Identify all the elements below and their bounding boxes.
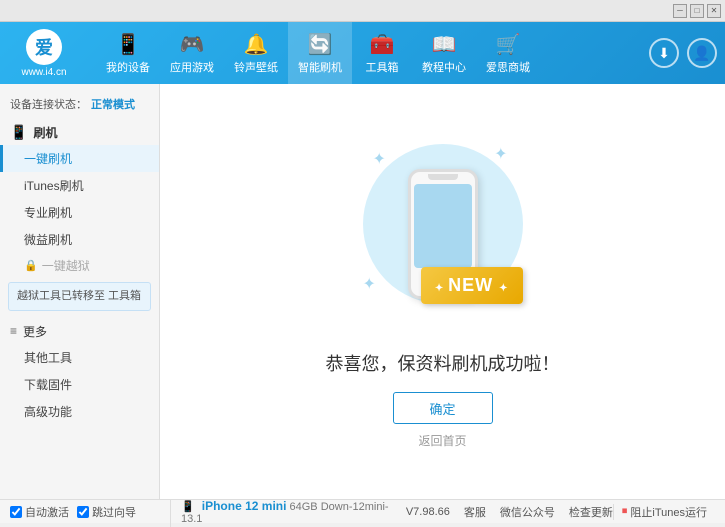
sidebar-item-micro-flash[interactable]: 微益刷机 bbox=[0, 226, 159, 253]
content-area: ✦ ✦ ✦ NEW 恭喜您，保资料刷机成功啦！ 确定 返回首页 bbox=[160, 84, 725, 499]
more-section: ≡ 更多 其他工具 下载固件 高级功能 bbox=[0, 319, 159, 425]
ringtones-label: 铃声壁纸 bbox=[234, 59, 278, 75]
new-badge-text: NEW bbox=[448, 275, 493, 295]
apps-games-icon: 🎮 bbox=[180, 32, 205, 57]
jailbreak-label: 一键越狱 bbox=[42, 257, 90, 274]
other-tools-label: 其他工具 bbox=[24, 351, 72, 365]
sparkle-3: ✦ bbox=[363, 274, 376, 294]
main-area: 设备连接状态： 正常模式 📱 刷机 一键刷机 iTunes刷机 专业刷机 微益刷… bbox=[0, 84, 725, 499]
sidebar-item-itunes-flash[interactable]: iTunes刷机 bbox=[0, 172, 159, 199]
stop-itunes[interactable]: ⏹ 阻止iTunes运行 bbox=[613, 504, 715, 520]
version-label: V7.98.66 bbox=[406, 506, 450, 518]
auto-connect-checkbox[interactable]: 自动激活 bbox=[10, 504, 69, 520]
customer-service-link[interactable]: 客服 bbox=[464, 504, 486, 520]
nav-smart-flash[interactable]: 🔄 智能刷机 bbox=[288, 22, 352, 84]
sidebar: 设备连接状态： 正常模式 📱 刷机 一键刷机 iTunes刷机 专业刷机 微益刷… bbox=[0, 84, 160, 499]
itunes-flash-label: iTunes刷机 bbox=[24, 179, 84, 193]
my-device-label: 我的设备 bbox=[106, 59, 150, 75]
store-label: 爱思商城 bbox=[486, 59, 530, 75]
sidebar-item-pro-flash[interactable]: 专业刷机 bbox=[0, 199, 159, 226]
skip-wizard-checkbox[interactable]: 跳过向导 bbox=[77, 504, 136, 520]
status-label: 设备连接状态： bbox=[10, 96, 87, 112]
stop-itunes-icon: ⏹ bbox=[622, 505, 628, 518]
sparkle-1: ✦ bbox=[373, 149, 386, 169]
status-value: 正常模式 bbox=[91, 96, 135, 112]
bottom-right: V7.98.66 客服 微信公众号 检查更新 bbox=[406, 504, 613, 520]
skip-wizard-label: 跳过向导 bbox=[92, 504, 136, 520]
device-phone-icon: 📱 bbox=[181, 501, 195, 513]
jailbreak-info-box: 越狱工具已转移至 工具箱 bbox=[8, 282, 151, 311]
sidebar-item-jailbreak: 🔒 一键越狱 bbox=[0, 253, 159, 278]
sparkle-2: ✦ bbox=[494, 144, 507, 164]
auto-connect-input[interactable] bbox=[10, 506, 22, 518]
close-button[interactable]: ✕ bbox=[707, 4, 721, 18]
more-section-header: ≡ 更多 bbox=[0, 319, 159, 344]
confirm-button[interactable]: 确定 bbox=[393, 392, 493, 424]
jailbreak-info-text: 越狱工具已转移至 工具箱 bbox=[17, 290, 141, 302]
wechat-link[interactable]: 微信公众号 bbox=[500, 504, 555, 520]
nav-apps-games[interactable]: 🎮 应用游戏 bbox=[160, 22, 224, 84]
nav-bar: 📱 我的设备 🎮 应用游戏 🔔 铃声壁纸 🔄 智能刷机 🧰 工具箱 📖 教程中心… bbox=[96, 22, 649, 84]
user-button[interactable]: 👤 bbox=[687, 38, 717, 68]
flash-section-label: 刷机 bbox=[33, 124, 57, 141]
flash-section-header: 📱 刷机 bbox=[0, 120, 159, 145]
restore-button[interactable]: □ bbox=[690, 4, 704, 18]
title-bar: ─ □ ✕ bbox=[0, 0, 725, 22]
store-icon: 🛒 bbox=[496, 32, 521, 57]
sidebar-item-download-firmware[interactable]: 下载固件 bbox=[0, 371, 159, 398]
bottom-left: 自动激活 跳过向导 bbox=[10, 504, 170, 520]
flash-section: 📱 刷机 一键刷机 iTunes刷机 专业刷机 微益刷机 🔒 一键越狱 越狱工具… bbox=[0, 120, 159, 315]
toolbox-label: 工具箱 bbox=[366, 59, 399, 75]
status-bar: 设备连接状态： 正常模式 bbox=[0, 92, 159, 116]
nav-store[interactable]: 🛒 爱思商城 bbox=[476, 22, 540, 84]
lock-icon: 🔒 bbox=[24, 259, 38, 272]
header-right: ⬇ 👤 bbox=[649, 38, 717, 68]
pro-flash-label: 专业刷机 bbox=[24, 206, 72, 220]
sidebar-item-other-tools[interactable]: 其他工具 bbox=[0, 344, 159, 371]
stop-itunes-label: 阻止iTunes运行 bbox=[630, 504, 707, 520]
tutorial-label: 教程中心 bbox=[422, 59, 466, 75]
header: 爱 www.i4.cn 📱 我的设备 🎮 应用游戏 🔔 铃声壁纸 🔄 智能刷机 … bbox=[0, 22, 725, 84]
one-click-flash-label: 一键刷机 bbox=[24, 152, 72, 166]
device-info: 📱 iPhone 12 mini 64GB Down-12mini-13.1 bbox=[170, 497, 406, 527]
sidebar-item-one-click-flash[interactable]: 一键刷机 bbox=[0, 145, 159, 172]
more-section-icon: ≡ bbox=[10, 324, 17, 338]
download-button[interactable]: ⬇ bbox=[649, 38, 679, 68]
nav-tutorial[interactable]: 📖 教程中心 bbox=[412, 22, 476, 84]
my-device-icon: 📱 bbox=[116, 32, 141, 57]
device-storage: 64GB bbox=[290, 501, 318, 513]
new-badge: NEW bbox=[421, 267, 523, 304]
window-controls: ─ □ ✕ bbox=[673, 4, 721, 18]
smart-flash-icon: 🔄 bbox=[308, 32, 333, 57]
logo-url: www.i4.cn bbox=[21, 67, 66, 78]
sidebar-item-advanced[interactable]: 高级功能 bbox=[0, 398, 159, 425]
apps-games-label: 应用游戏 bbox=[170, 59, 214, 75]
device-name: iPhone 12 mini bbox=[202, 499, 287, 513]
go-home-link[interactable]: 返回首页 bbox=[418, 432, 466, 449]
toolbox-icon: 🧰 bbox=[370, 32, 395, 57]
auto-connect-label: 自动激活 bbox=[25, 504, 69, 520]
nav-ringtones[interactable]: 🔔 铃声壁纸 bbox=[224, 22, 288, 84]
minimize-button[interactable]: ─ bbox=[673, 4, 687, 18]
tutorial-icon: 📖 bbox=[432, 32, 457, 57]
advanced-label: 高级功能 bbox=[24, 405, 72, 419]
micro-flash-label: 微益刷机 bbox=[24, 233, 72, 247]
nav-my-device[interactable]: 📱 我的设备 bbox=[96, 22, 160, 84]
smart-flash-label: 智能刷机 bbox=[298, 59, 342, 75]
phone-illustration: ✦ ✦ ✦ NEW bbox=[353, 134, 533, 334]
ringtones-icon: 🔔 bbox=[244, 32, 269, 57]
success-text: 恭喜您，保资料刷机成功啦！ bbox=[326, 350, 560, 376]
download-firmware-label: 下载固件 bbox=[24, 378, 72, 392]
nav-toolbox[interactable]: 🧰 工具箱 bbox=[352, 22, 412, 84]
more-section-label: 更多 bbox=[23, 323, 47, 340]
bottom-bar: 自动激活 跳过向导 📱 iPhone 12 mini 64GB Down-12m… bbox=[0, 499, 725, 523]
skip-wizard-input[interactable] bbox=[77, 506, 89, 518]
logo-icon: 爱 bbox=[26, 29, 62, 65]
logo[interactable]: 爱 www.i4.cn bbox=[8, 29, 80, 78]
phone-screen bbox=[414, 184, 472, 268]
check-update-link[interactable]: 检查更新 bbox=[569, 504, 613, 520]
flash-section-icon: 📱 bbox=[10, 124, 27, 141]
phone-notch bbox=[428, 174, 458, 180]
